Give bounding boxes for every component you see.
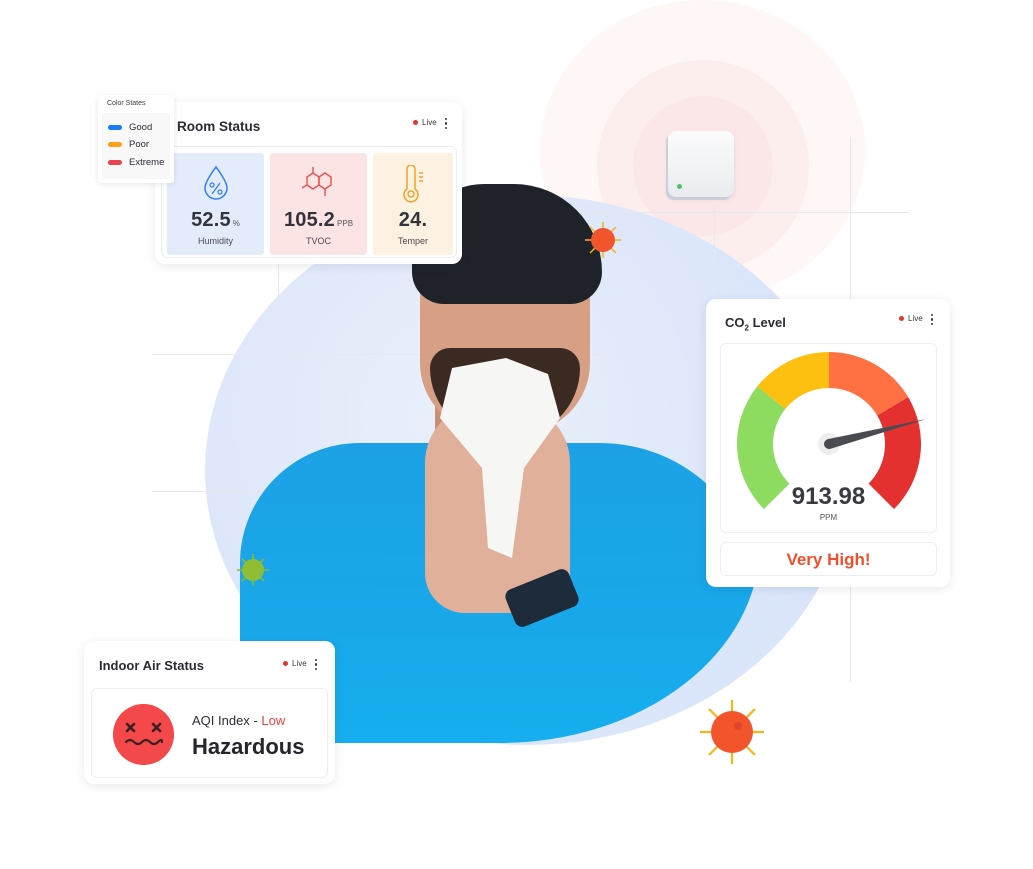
metrics-container: 52.5% Humidity 105.2 PPB TVOC 24. Temper	[161, 146, 457, 258]
legend-item-good: Good	[108, 122, 152, 133]
metric-value: 52.5	[191, 209, 231, 231]
metric-temperature: 24. Temper	[373, 153, 453, 255]
legend-item-extreme: Extreme	[108, 157, 164, 168]
metric-label: TVOC	[305, 236, 331, 246]
color-states-legend: Color States Good Poor Extreme	[98, 95, 174, 183]
virus-icon	[700, 700, 764, 764]
virus-icon	[237, 554, 269, 586]
more-options-icon[interactable]	[445, 118, 448, 130]
card-title: Room Status	[177, 119, 261, 134]
sick-face-icon	[113, 704, 174, 765]
aqi-index-label: AQI Index - Low	[192, 713, 286, 728]
room-status-card: Room Status Live 52.5% Humidity 105.2 PP…	[155, 102, 462, 264]
metric-tvoc: 105.2 PPB TVOC	[270, 153, 367, 255]
co2-value: 913.98	[791, 483, 866, 510]
co2-level-card: CO2 Level Live 913.98 PPM Very High!	[706, 299, 950, 587]
aqi-status: Hazardous	[192, 734, 305, 759]
metric-unit: %	[232, 219, 240, 228]
tvoc-molecule-icon	[301, 167, 332, 196]
thermometer-icon	[403, 165, 423, 203]
legend-chip	[108, 142, 122, 147]
card-title: Indoor Air Status	[99, 658, 204, 673]
live-label: Live	[292, 659, 307, 668]
live-indicator: Live	[899, 314, 923, 323]
live-dot-icon	[413, 120, 418, 125]
metric-label: Humidity	[197, 236, 233, 246]
legend-title: Color States	[107, 100, 146, 107]
metric-value: 24.	[398, 209, 428, 231]
live-indicator: Live	[413, 118, 437, 127]
legend-chip	[108, 125, 122, 130]
legend-chip	[108, 160, 122, 165]
metric-label: Temper	[397, 236, 428, 246]
card-title: CO2 Level	[725, 315, 786, 333]
more-options-icon[interactable]	[931, 314, 934, 326]
metric-humidity: 52.5% Humidity	[167, 153, 264, 255]
more-options-icon[interactable]	[315, 659, 318, 671]
indoor-air-status-card: Indoor Air Status Live AQI Index - Low H…	[84, 641, 335, 784]
humidity-drop-icon	[203, 165, 228, 200]
live-label: Live	[422, 118, 437, 127]
live-label: Live	[908, 314, 923, 323]
co2-unit: PPM	[819, 513, 838, 522]
co2-status: Very High!	[720, 542, 937, 576]
live-dot-icon	[899, 316, 904, 321]
live-indicator: Live	[283, 659, 307, 668]
co2-gauge: 913.98 PPM	[720, 343, 937, 533]
virus-icon	[585, 222, 621, 258]
metric-value: 105.2	[283, 209, 336, 231]
live-dot-icon	[283, 661, 288, 666]
metric-unit: PPB	[337, 219, 354, 228]
legend-item-poor: Poor	[108, 139, 149, 150]
aqi-level: Low	[261, 713, 286, 728]
